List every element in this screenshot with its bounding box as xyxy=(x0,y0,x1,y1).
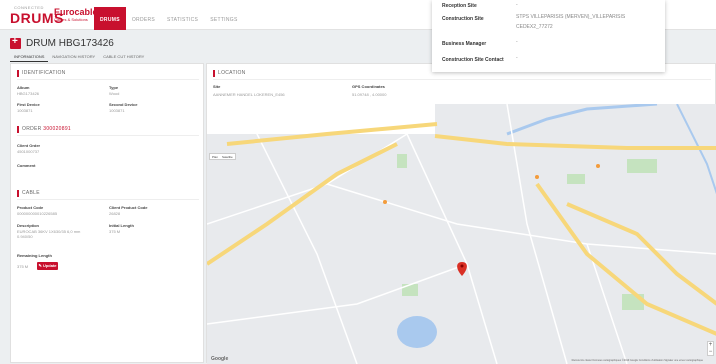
identification-heading: IDENTIFICATION xyxy=(17,70,66,77)
eurocable-brand: Eurocable Cables & Solutions xyxy=(54,8,98,23)
second-device-value: 1003871 xyxy=(109,108,125,113)
location-panel: LOCATION Site AANNEMER HANDEL LOKEREN_E4… xyxy=(206,63,716,364)
tab-informations[interactable]: INFORMATIONS xyxy=(10,52,49,62)
client-product-code-label: Client Product Code xyxy=(109,205,148,210)
type-value: Wood xyxy=(109,91,120,96)
nav-statistics[interactable]: STATISTICS xyxy=(161,11,204,30)
location-heading: LOCATION xyxy=(213,70,246,77)
initial-length-label: Initial Length xyxy=(109,223,134,228)
site-contact-value: - xyxy=(516,55,518,61)
map-tab-satellite[interactable]: Satellite xyxy=(220,154,235,159)
product-code-label: Product Code xyxy=(17,205,44,210)
tab-cable-cut-history[interactable]: CABLE CUT HISTORY xyxy=(99,52,148,62)
drum-icon xyxy=(10,36,21,49)
divider xyxy=(17,79,199,80)
update-button[interactable]: ✎ Update xyxy=(37,262,58,270)
divider xyxy=(17,199,199,200)
site-details-popup: Reception Site - Construction Site STPS … xyxy=(432,0,665,72)
info-panel: IDENTIFICATION Album HBG173426 Type Wood… xyxy=(10,63,204,363)
divider xyxy=(213,79,711,80)
comment-label: Comment xyxy=(17,163,36,168)
zoom-out-button[interactable]: − xyxy=(708,349,713,356)
map-type-toggle: Plan Satellite xyxy=(209,153,236,160)
site-label: Site xyxy=(213,84,221,89)
business-manager-value: - xyxy=(516,39,518,45)
first-device-label: First Device xyxy=(17,102,40,107)
map[interactable]: Plan Satellite Google Raccourcis clavier… xyxy=(207,104,716,364)
zoom-in-button[interactable]: + xyxy=(708,342,713,349)
construction-site-label: Construction Site xyxy=(442,16,484,22)
connected-drums-logo[interactable]: CONNECTED DRUMS xyxy=(10,5,63,27)
nav-settings[interactable]: SETTINGS xyxy=(204,11,243,30)
client-order-label: Client Order xyxy=(17,143,41,148)
map-tab-plan[interactable]: Plan xyxy=(210,154,220,159)
remaining-length-value: 375 M xyxy=(17,264,29,269)
client-order-value: 4501000737 xyxy=(17,149,40,154)
remaining-length-label: Remaining Length xyxy=(17,253,52,258)
order-heading: ORDER 300020891 xyxy=(17,126,71,133)
brand-name: Eurocable xyxy=(54,7,98,17)
second-device-label: Second Device xyxy=(109,102,138,107)
main-nav: DRUMS ORDERS STATISTICS SETTINGS xyxy=(94,7,244,30)
drum-tabs: INFORMATIONS NAVIGATION HISTORY CABLE CU… xyxy=(10,52,148,62)
page-title: DRUM HBG173426 xyxy=(26,37,114,49)
divider xyxy=(17,135,199,136)
page-title-bar: DRUM HBG173426 xyxy=(10,36,114,50)
gps-label: GPS Coordinates xyxy=(352,84,385,89)
cable-heading: CABLE xyxy=(17,190,40,197)
gps-value: 51.09748 , 4.00000 xyxy=(352,92,387,97)
order-link[interactable]: 300020891 xyxy=(43,126,71,132)
zoom-control: + − xyxy=(707,341,714,356)
google-logo: Google xyxy=(211,356,229,362)
map-attribution[interactable]: Raccourcis clavier Données cartographiqu… xyxy=(572,359,703,362)
site-value: AANNEMER HANDEL LOKEREN_E456 xyxy=(213,92,285,97)
site-contact-label: Construction Site Contact xyxy=(442,57,504,63)
description-label: Description xyxy=(17,223,40,228)
construction-site-line-2: CEDEX2_77272 xyxy=(516,24,553,30)
initial-length-value: 375 M xyxy=(109,229,121,234)
type-label: Type xyxy=(109,85,119,90)
first-device-value: 1003871 xyxy=(17,108,33,113)
tab-navigation-history[interactable]: NAVIGATION HISTORY xyxy=(48,52,99,62)
reception-site-label: Reception Site xyxy=(442,3,477,9)
album-label: Album xyxy=(17,85,30,90)
nav-drums[interactable]: DRUMS xyxy=(94,7,126,30)
description-line-2: 0.940/50 xyxy=(17,234,33,239)
nav-orders[interactable]: ORDERS xyxy=(126,11,161,30)
brand-subtitle: Cables & Solutions xyxy=(54,17,88,22)
product-code-value: 000000000010226585 xyxy=(17,211,58,216)
album-value: HBG173426 xyxy=(17,91,40,96)
reception-site-value: - xyxy=(516,2,518,8)
construction-site-line-1: STPS VILLEPARISIS (MERVEN)_VILLEPARISIS xyxy=(516,14,626,20)
business-manager-label: Business Manager xyxy=(442,41,487,47)
client-product-code-value: 26828 xyxy=(109,211,121,216)
map-canvas[interactable] xyxy=(207,104,716,364)
